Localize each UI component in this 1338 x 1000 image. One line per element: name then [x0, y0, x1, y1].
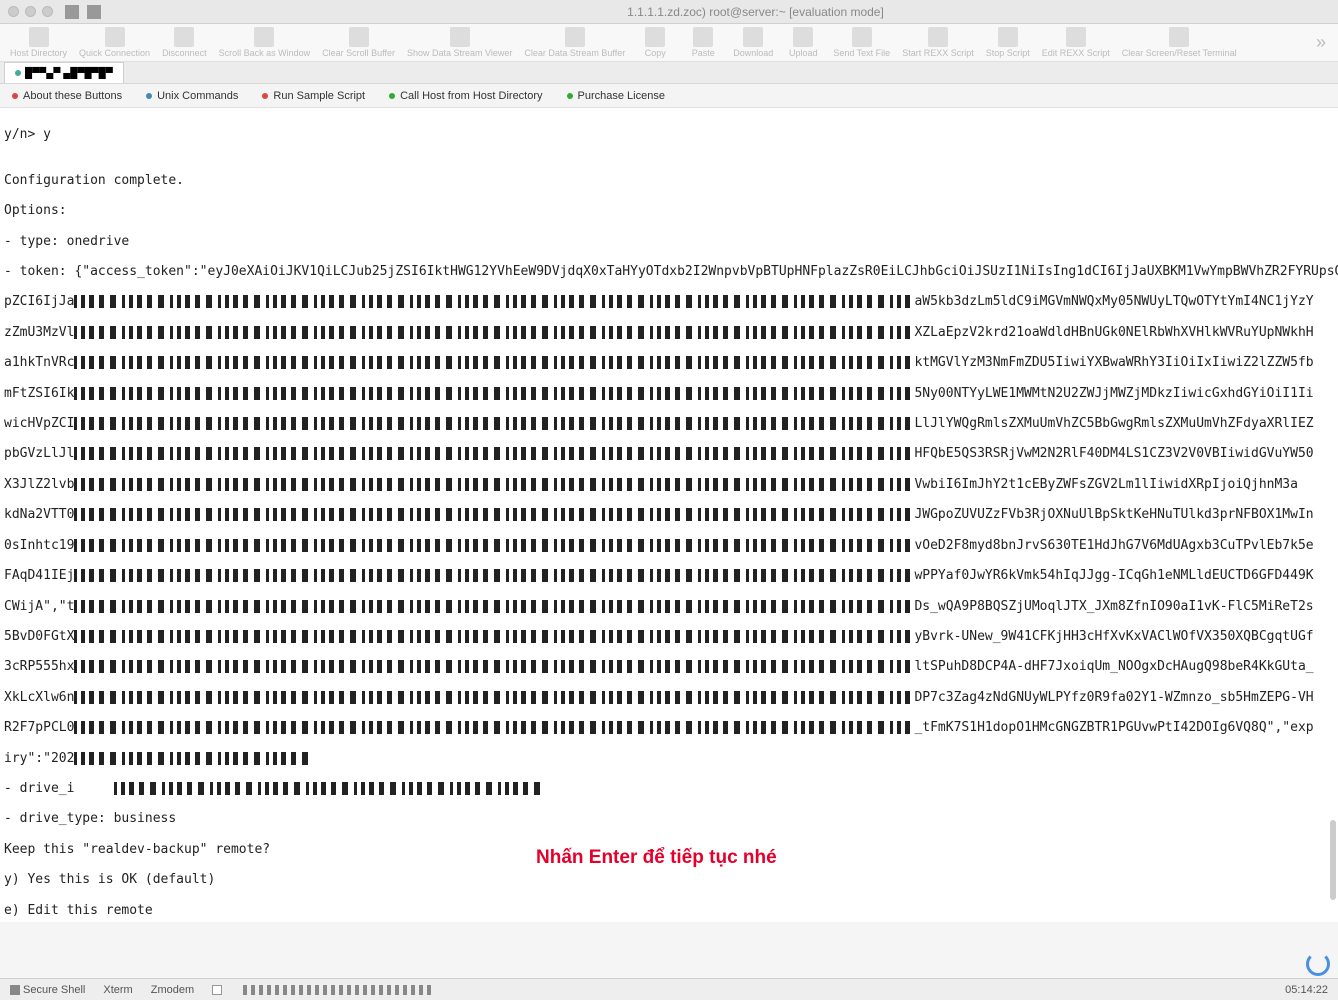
status-bar: Secure Shell Xterm Zmodem 05:14:22 — [0, 978, 1338, 1000]
toolbar-icon — [928, 27, 948, 47]
status-dot-icon — [15, 70, 21, 76]
toolbar-download[interactable]: Download — [727, 25, 779, 60]
quicklink-unix-commands[interactable]: Unix Commands — [146, 90, 238, 102]
zoom-icon[interactable] — [42, 6, 53, 17]
window-icon — [65, 5, 79, 19]
lock-icon — [10, 985, 20, 995]
toolbar-icon — [29, 27, 49, 47]
toolbar-icon — [105, 27, 125, 47]
toolbar-disconnect[interactable]: Disconnect — [156, 25, 213, 60]
quicklink-about-these-buttons[interactable]: About these Buttons — [12, 90, 122, 102]
status-pixelated — [243, 985, 433, 995]
toolbar-icon — [793, 27, 813, 47]
quicklink-call-host-from-host-directory[interactable]: Call Host from Host Directory — [389, 90, 542, 102]
spinner-icon — [1306, 952, 1330, 976]
quicklink-run-sample-script[interactable]: Run Sample Script — [262, 90, 365, 102]
toolbar-icon — [254, 27, 274, 47]
toolbar-host-directory[interactable]: Host Directory — [4, 25, 73, 60]
toolbar-icon — [450, 27, 470, 47]
toolbar-icon — [1066, 27, 1086, 47]
window-title: 1.1.1.1.zd.zoc) root@server:~ [evaluatio… — [181, 5, 1330, 19]
toolbar-show-data-stream-viewer[interactable]: Show Data Stream Viewer — [401, 25, 518, 60]
minimize-icon[interactable] — [25, 6, 36, 17]
bullet-icon — [389, 93, 395, 99]
toolbar-icon — [1169, 27, 1189, 47]
quicklink-purchase-license[interactable]: Purchase License — [567, 90, 665, 102]
toolbar-icon — [693, 27, 713, 47]
toolbar-icon — [174, 27, 194, 47]
tab-label: █▀▀▄▀ ▄█▀█▀█▀ — [25, 68, 113, 79]
traffic-lights[interactable] — [8, 6, 53, 17]
toolbar-clear-screen-reset-terminal[interactable]: Clear Screen/Reset Terminal — [1116, 25, 1243, 60]
close-icon[interactable] — [8, 6, 19, 17]
scrollbar-thumb[interactable] — [1330, 820, 1336, 900]
bullet-icon — [262, 93, 268, 99]
bullet-icon — [146, 93, 152, 99]
status-term: Xterm — [103, 984, 132, 996]
toolbar-clear-scroll-buffer[interactable]: Clear Scroll Buffer — [316, 25, 401, 60]
window-titlebar: 1.1.1.1.zd.zoc) root@server:~ [evaluatio… — [0, 0, 1338, 24]
terminal-output[interactable]: y/n> y Configuration complete. Options: … — [0, 108, 1338, 922]
toolbar-icon — [743, 27, 763, 47]
bullet-icon — [567, 93, 573, 99]
toolbar-start-rexx-script[interactable]: Start REXX Script — [896, 25, 980, 60]
toolbar-icon — [998, 27, 1018, 47]
bullet-icon — [12, 93, 18, 99]
checkbox-icon[interactable] — [212, 985, 222, 995]
toolbar-icon — [645, 27, 665, 47]
window-icon — [87, 5, 101, 19]
toolbar-icon — [349, 27, 369, 47]
toolbar-stop-script[interactable]: Stop Script — [980, 25, 1036, 60]
toolbar-icon — [565, 27, 585, 47]
toolbar-paste[interactable]: Paste — [679, 25, 727, 60]
status-proto: Zmodem — [151, 984, 194, 996]
quick-links-bar: About these Buttons Unix Commands Run Samp… — [0, 84, 1338, 108]
toolbar-scroll-back-as-window[interactable]: Scroll Back as Window — [213, 25, 317, 60]
status-clock: 05:14:22 — [1285, 984, 1328, 996]
toolbar-upload[interactable]: Upload — [779, 25, 827, 60]
main-toolbar: Host DirectoryQuick ConnectionDisconnect… — [0, 24, 1338, 62]
toolbar-send-text-file[interactable]: Send Text File — [827, 25, 896, 60]
annotation-label: Nhấn Enter để tiếp tục nhé — [536, 850, 777, 865]
tab-bar: █▀▀▄▀ ▄█▀█▀█▀ — [0, 62, 1338, 84]
session-tab[interactable]: █▀▀▄▀ ▄█▀█▀█▀ — [4, 62, 124, 83]
toolbar-copy[interactable]: Copy — [631, 25, 679, 60]
toolbar-quick-connection[interactable]: Quick Connection — [73, 25, 156, 60]
status-shell: Secure Shell — [23, 984, 85, 996]
toolbar-edit-rexx-script[interactable]: Edit REXX Script — [1036, 25, 1116, 60]
toolbar-clear-data-stream-buffer[interactable]: Clear Data Stream Buffer — [518, 25, 631, 60]
toolbar-icon — [852, 27, 872, 47]
toolbar-overflow-icon[interactable]: » — [1308, 32, 1334, 53]
